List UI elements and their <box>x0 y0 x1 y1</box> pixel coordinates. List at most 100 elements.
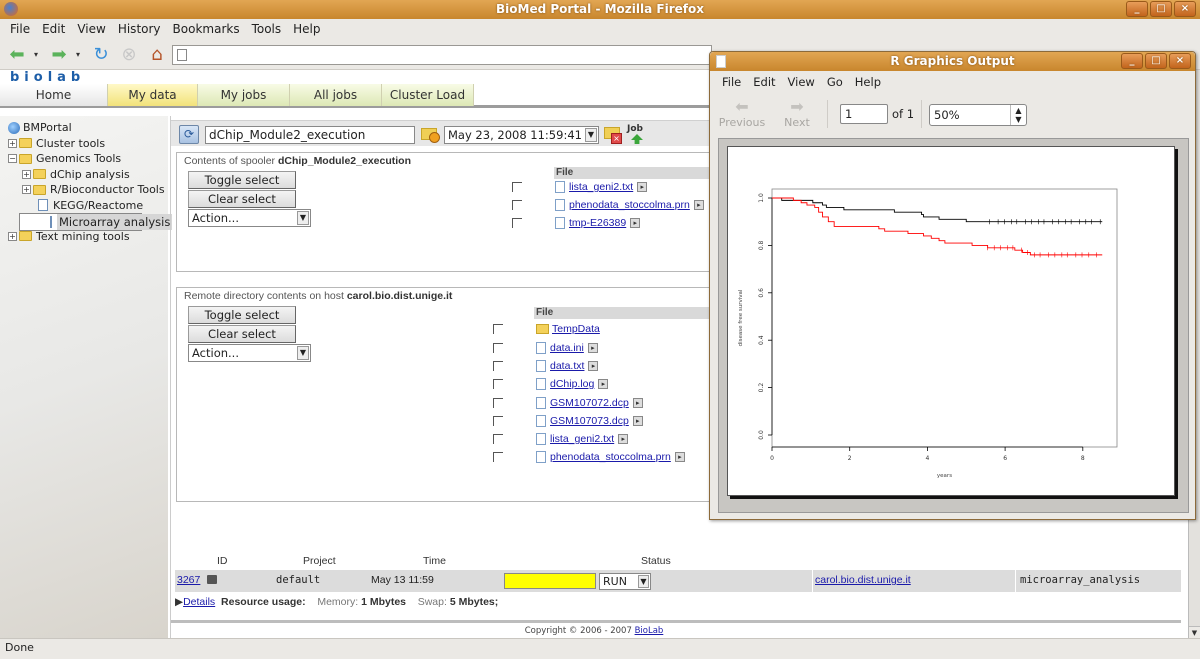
toggle-select-button[interactable]: Toggle select <box>188 306 296 324</box>
menu-file[interactable]: File <box>4 19 36 40</box>
download-icon[interactable]: ▸ <box>588 361 599 371</box>
toggle-select-button[interactable]: Toggle select <box>188 171 296 189</box>
tab-my-data[interactable]: My data <box>108 84 198 106</box>
file-link[interactable]: data.ini <box>550 342 584 354</box>
tree-item-kegg-reactome[interactable]: KEGG/Reactome <box>8 198 165 214</box>
forward-dropdown-icon[interactable]: ▾ <box>76 50 84 59</box>
file-link[interactable]: dChip.log <box>550 378 594 390</box>
expand-icon[interactable]: + <box>8 138 17 148</box>
maximize-button[interactable]: □ <box>1150 1 1172 17</box>
zoom-select[interactable]: 50% ▲ ▼ <box>929 104 1027 126</box>
r-menu-file[interactable]: File <box>716 72 747 92</box>
file-link[interactable]: phenodata_stoccolma.prn <box>550 451 671 463</box>
r-menu-help[interactable]: Help <box>849 72 887 92</box>
file-checkbox[interactable] <box>493 398 503 408</box>
expand-triangle-icon[interactable]: ▶ <box>175 596 183 608</box>
download-icon[interactable]: ▸ <box>674 452 685 462</box>
minimize-button[interactable]: _ <box>1126 1 1148 17</box>
home-icon[interactable]: ⌂ <box>146 44 168 66</box>
r-close-button[interactable]: × <box>1169 53 1191 69</box>
action-select[interactable]: Action... ▼ <box>188 209 311 227</box>
folder-delete-icon[interactable]: × <box>604 125 624 145</box>
job-id-link[interactable]: 3267 <box>177 574 200 586</box>
spooler-name-input[interactable]: dChip_Module2_execution <box>205 126 415 144</box>
back-dropdown-icon[interactable]: ▾ <box>34 50 42 59</box>
file-checkbox[interactable] <box>493 416 503 426</box>
file-link[interactable]: GSM107073.dcp <box>550 415 629 427</box>
file-checkbox[interactable] <box>512 182 522 192</box>
tree-item-dchip-analysis[interactable]: + dChip analysis <box>8 167 165 183</box>
download-icon[interactable]: ▸ <box>693 200 704 210</box>
file-checkbox[interactable] <box>493 452 503 462</box>
expand-icon[interactable]: + <box>22 185 31 195</box>
tab-all-jobs[interactable]: All jobs <box>290 84 382 106</box>
menu-bookmarks[interactable]: Bookmarks <box>167 19 246 40</box>
r-minimize-button[interactable]: _ <box>1121 53 1143 69</box>
tree-root[interactable]: BMPortal <box>8 120 165 136</box>
tab-my-jobs[interactable]: My jobs <box>198 84 290 106</box>
download-icon[interactable]: ▸ <box>618 434 629 444</box>
r-window-titlebar[interactable]: R Graphics Output _ □ × <box>710 52 1195 71</box>
r-menu-go[interactable]: Go <box>821 72 849 92</box>
menu-tools[interactable]: Tools <box>246 19 288 40</box>
file-link[interactable]: phenodata_stoccolma.prn <box>569 199 690 211</box>
tree-item-r-bioconductor[interactable]: + R/Bioconductor Tools <box>8 182 165 198</box>
download-icon[interactable]: ▸ <box>587 343 598 353</box>
download-icon[interactable]: ▸ <box>632 398 643 408</box>
tab-home[interactable]: Home <box>0 84 108 106</box>
refresh-icon[interactable]: ⟳ <box>179 125 199 144</box>
scroll-down-icon[interactable]: ▼ <box>1189 626 1200 638</box>
file-link[interactable]: data.txt <box>550 360 584 372</box>
collapse-icon[interactable]: − <box>8 154 17 164</box>
action-select[interactable]: Action... ▼ <box>188 344 311 362</box>
date-select[interactable]: May 23, 2008 11:59:41 ▼ <box>444 126 599 144</box>
details-link[interactable]: Details <box>183 596 215 608</box>
file-link[interactable]: tmp-E26389 <box>569 217 626 229</box>
file-checkbox[interactable] <box>493 324 503 334</box>
file-link[interactable]: GSM107072.dcp <box>550 397 629 409</box>
file-checkbox[interactable] <box>493 379 503 389</box>
clear-select-button[interactable]: Clear select <box>188 325 296 343</box>
monitor-icon[interactable] <box>207 575 217 584</box>
tree-item-genomics-tools[interactable]: − Genomics Tools <box>8 151 165 167</box>
file-checkbox[interactable] <box>512 200 522 210</box>
file-checkbox[interactable] <box>493 343 503 353</box>
job-host-link[interactable]: carol.bio.dist.unige.it <box>815 574 911 586</box>
previous-button[interactable]: ⬅ Previous <box>718 98 766 130</box>
download-icon[interactable]: ▸ <box>630 218 641 228</box>
file-link[interactable]: lista_geni2.txt <box>550 433 614 445</box>
menu-edit[interactable]: Edit <box>36 19 71 40</box>
reload-icon[interactable]: ↻ <box>90 44 112 66</box>
back-arrow-icon[interactable]: ⬅ <box>6 44 28 66</box>
tree-item-cluster-tools[interactable]: + Cluster tools <box>8 136 165 152</box>
expand-icon[interactable]: + <box>22 169 31 179</box>
file-checkbox[interactable] <box>493 361 503 371</box>
download-icon[interactable]: ▸ <box>598 379 609 389</box>
r-maximize-button[interactable]: □ <box>1145 53 1167 69</box>
r-menu-view[interactable]: View <box>782 72 821 92</box>
stop-icon[interactable]: ⊗ <box>118 44 140 66</box>
job-status-select[interactable]: RUN ▼ <box>599 573 651 590</box>
clear-select-button[interactable]: Clear select <box>188 190 296 208</box>
menu-history[interactable]: History <box>112 19 167 40</box>
file-checkbox[interactable] <box>493 434 503 444</box>
folder-clock-icon[interactable] <box>421 125 441 143</box>
tree-item-microarray-analysis[interactable]: Microarray analysis <box>19 213 173 231</box>
file-link[interactable]: lista_geni2.txt <box>569 181 633 193</box>
close-button[interactable]: × <box>1174 1 1196 17</box>
url-input[interactable] <box>172 45 712 65</box>
download-icon[interactable]: ▸ <box>637 182 648 192</box>
menu-view[interactable]: View <box>71 19 111 40</box>
page-number-input[interactable]: 1 <box>840 104 888 124</box>
job-submit-button[interactable]: Job <box>627 124 649 146</box>
tab-cluster-load[interactable]: Cluster Load <box>382 84 474 106</box>
expand-icon[interactable]: + <box>8 231 17 241</box>
file-checkbox[interactable] <box>512 218 522 228</box>
menu-help[interactable]: Help <box>287 19 326 40</box>
forward-arrow-icon[interactable]: ➡ <box>48 44 70 66</box>
next-button[interactable]: ➡ Next <box>780 98 814 130</box>
biolab-link[interactable]: BioLab <box>635 626 664 636</box>
r-menu-edit[interactable]: Edit <box>747 72 781 92</box>
download-icon[interactable]: ▸ <box>632 416 643 426</box>
folder-link[interactable]: TempData <box>552 323 600 335</box>
